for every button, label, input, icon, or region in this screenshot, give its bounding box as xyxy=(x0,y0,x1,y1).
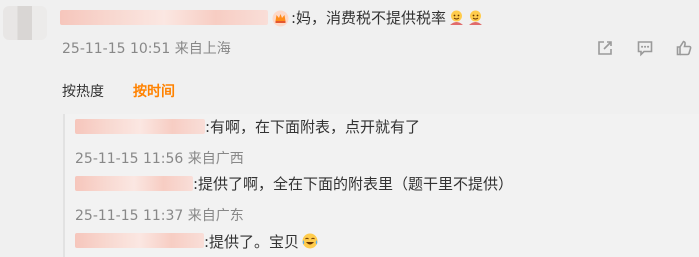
timestamp: 25-11-15 11:37 xyxy=(75,208,184,224)
timestamp: 25-11-15 10:51 xyxy=(62,41,171,57)
laugh-cry-emoji-icon xyxy=(301,232,318,249)
comment-body: :妈，消费税不提供税率 xyxy=(291,9,447,27)
crown-icon xyxy=(272,10,289,27)
reply-meta: 25-11-15 11:56 来自广西 xyxy=(75,148,244,168)
reply-meta: 25-11-15 11:37 来自广东 xyxy=(75,205,244,225)
sort-by-hot-tab[interactable]: 按热度 xyxy=(62,81,104,101)
reply-text: :提供了。宝贝 xyxy=(204,232,318,251)
comment-meta: 25-11-15 10:51 来自上海 xyxy=(62,38,231,58)
like-icon[interactable] xyxy=(674,38,694,58)
reply-text: :有啊，在下面附表，点开就有了 xyxy=(205,118,421,136)
location: 来自上海 xyxy=(174,41,231,57)
emoji-icon xyxy=(448,9,465,26)
reply-thread-line xyxy=(63,114,65,257)
reply-username-blurred[interactable] xyxy=(75,119,205,134)
location: 来自广东 xyxy=(187,208,244,224)
reply-username-blurred[interactable] xyxy=(75,233,204,248)
reply-text: :提供了啊，全在下面的附表里（题干里不提供） xyxy=(193,175,514,193)
location: 来自广西 xyxy=(187,151,244,167)
comment-icon[interactable] xyxy=(635,38,655,58)
username-blurred[interactable] xyxy=(60,10,268,25)
reply-body: :提供了。宝贝 xyxy=(204,233,300,251)
timestamp: 25-11-15 11:56 xyxy=(75,151,184,167)
share-icon[interactable] xyxy=(595,38,615,58)
reply-username-blurred[interactable] xyxy=(75,176,193,191)
sort-by-time-tab[interactable]: 按时间 xyxy=(133,81,175,101)
avatar[interactable] xyxy=(3,6,47,40)
main-comment-text: :妈，消费税不提供税率 xyxy=(291,9,484,27)
emoji-icon xyxy=(467,9,484,26)
